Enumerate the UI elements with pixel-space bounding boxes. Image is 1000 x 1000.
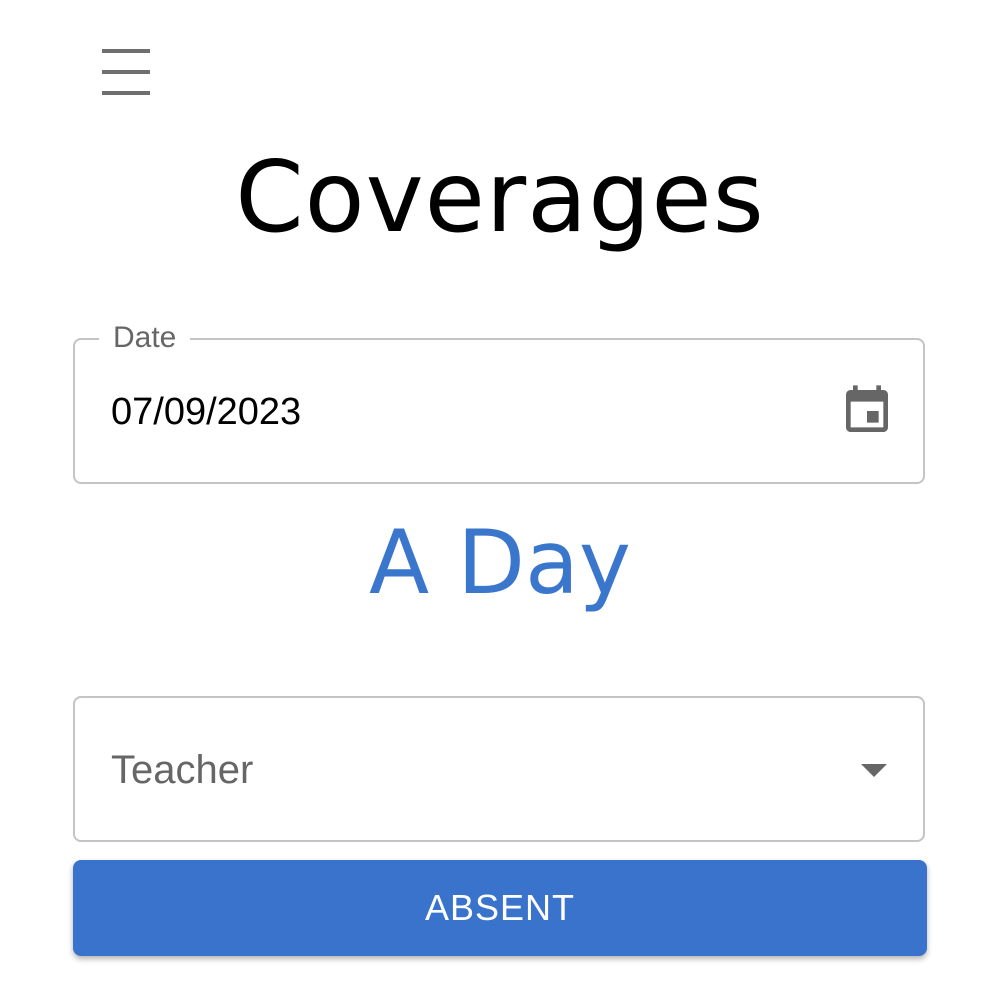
menu-bar-bottom [102, 91, 150, 95]
date-field[interactable]: Date 07/09/2023 [73, 318, 925, 484]
coverages-page: Coverages Date 07/09/2023 A Day Teacher … [0, 0, 1000, 1000]
hamburger-menu-icon[interactable] [96, 40, 156, 104]
caret-down-icon[interactable] [861, 764, 887, 777]
menu-bar-top [102, 49, 150, 53]
teacher-select[interactable]: Teacher [73, 696, 925, 842]
teacher-select-placeholder: Teacher [111, 748, 254, 792]
date-field-label: Date [99, 318, 191, 358]
date-field-value[interactable]: 07/09/2023 [111, 388, 301, 436]
menu-bar-middle [102, 70, 150, 74]
day-type-label: A Day [369, 511, 631, 614]
calendar-icon[interactable] [839, 382, 895, 440]
page-title: Coverages [235, 141, 765, 255]
absent-button[interactable]: ABSENT [73, 860, 927, 956]
